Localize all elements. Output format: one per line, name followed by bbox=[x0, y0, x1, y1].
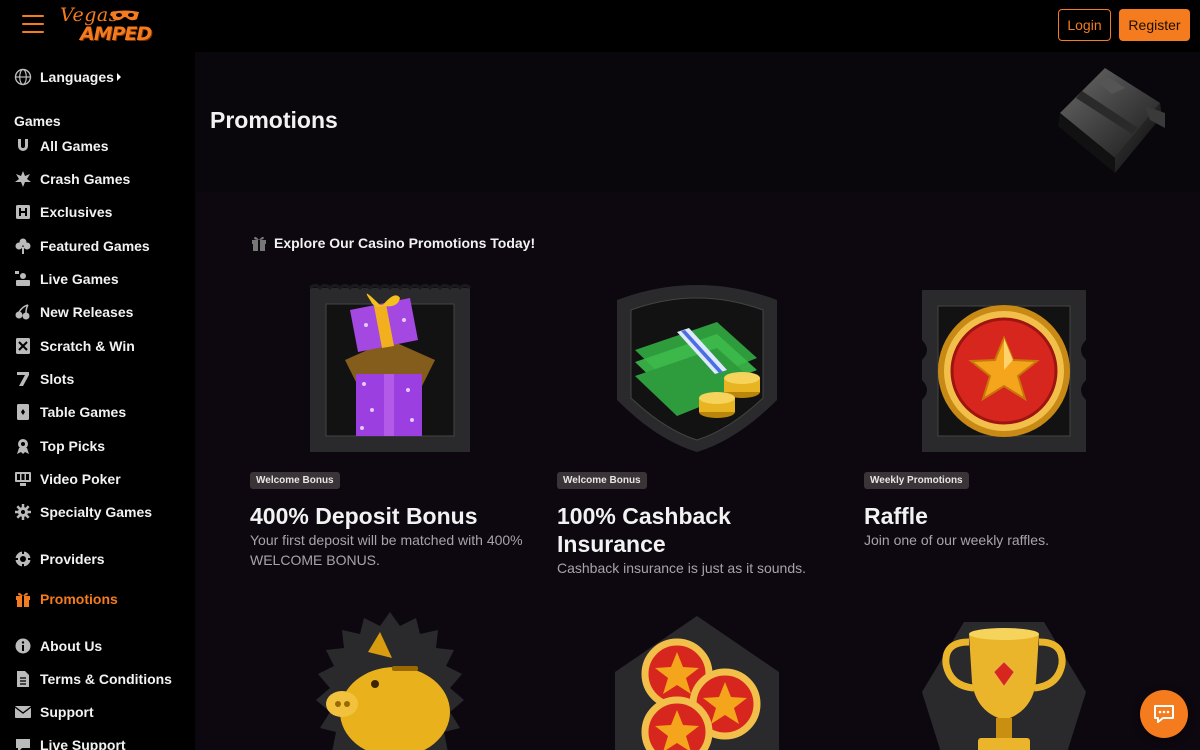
live-chat-button[interactable] bbox=[1140, 690, 1188, 738]
promo-description: Your first deposit will be matched with … bbox=[250, 532, 523, 568]
promo-title: 400% Deposit Bonus bbox=[250, 503, 478, 529]
promo-card-coins[interactable] bbox=[557, 612, 847, 750]
sidebar-item-crash-games[interactable]: Crash Games bbox=[13, 167, 130, 191]
sidebar-item-exclusives[interactable]: Exclusives bbox=[13, 200, 112, 224]
promo-card-deposit-bonus[interactable]: Welcome Bonus 400% Deposit Bonus Your fi… bbox=[250, 280, 540, 580]
sidebar-item-label: Live Games bbox=[40, 271, 119, 287]
info-icon bbox=[13, 636, 33, 656]
sidebar-item-label: Featured Games bbox=[40, 238, 150, 254]
sidebar-item-label: Providers bbox=[40, 551, 105, 567]
sidebar-item-label: Scratch & Win bbox=[40, 338, 135, 354]
main-content: Promotions Explore Our Casino Promotions… bbox=[195, 52, 1200, 750]
globe-icon bbox=[13, 67, 33, 87]
sidebar-item-terms[interactable]: Terms & Conditions bbox=[13, 667, 172, 691]
sidebar-item-label: Terms & Conditions bbox=[40, 671, 172, 687]
caret-right-icon bbox=[116, 73, 121, 81]
sidebar-item-label: Languages bbox=[40, 69, 114, 85]
sidebar-item-about-us[interactable]: About Us bbox=[13, 634, 102, 658]
sidebar-item-promotions[interactable]: Promotions bbox=[13, 587, 118, 611]
promo-description: Join one of our weekly raffles. bbox=[864, 532, 1049, 548]
document-icon bbox=[13, 669, 33, 689]
explosion-icon bbox=[13, 169, 33, 189]
cards-icon bbox=[13, 402, 33, 422]
section-heading: Explore Our Casino Promotions Today! bbox=[250, 234, 535, 252]
promo-card-trophy[interactable] bbox=[864, 612, 1154, 750]
video-poker-icon bbox=[13, 469, 33, 489]
sidebar-item-label: Specialty Games bbox=[40, 504, 153, 520]
sidebar-item-top-picks[interactable]: Top Picks bbox=[13, 434, 105, 458]
top-bar: Vegas AMPED Login Register bbox=[0, 0, 1200, 52]
seven-icon bbox=[13, 369, 33, 389]
promo-card-cashback[interactable]: Welcome Bonus 100% Cashback Insurance Ca… bbox=[557, 280, 847, 580]
sidebar-item-featured-games[interactable]: Featured Games bbox=[13, 234, 150, 258]
sidebar-item-label: Top Picks bbox=[40, 438, 106, 454]
cherries-icon bbox=[13, 302, 33, 322]
sidebar: Languages Games All Games Crash Games Ex… bbox=[0, 52, 195, 750]
register-button[interactable]: Register bbox=[1119, 9, 1190, 41]
sidebar-item-label: About Us bbox=[40, 638, 103, 654]
sidebar-item-live-support[interactable]: Live Support bbox=[13, 733, 126, 750]
sidebar-heading-games: Games bbox=[14, 113, 61, 129]
promo-title: Raffle bbox=[864, 503, 928, 529]
promo-badge: Welcome Bonus bbox=[557, 472, 647, 489]
sidebar-item-label: Crash Games bbox=[40, 171, 131, 187]
chat-bubble-icon bbox=[13, 735, 33, 750]
exclusive-icon bbox=[13, 202, 33, 222]
scratch-card-icon bbox=[13, 336, 33, 356]
promotions-section: Explore Our Casino Promotions Today! Wel… bbox=[230, 200, 1165, 750]
gear-icon bbox=[13, 502, 33, 522]
promo-badge: Weekly Promotions bbox=[864, 472, 969, 489]
live-dealer-icon bbox=[13, 269, 33, 289]
sidebar-item-slots[interactable]: Slots bbox=[13, 367, 74, 391]
sidebar-item-providers[interactable]: Providers bbox=[13, 547, 105, 571]
gift-box-icon bbox=[308, 284, 472, 452]
promo-badge: Welcome Bonus bbox=[250, 472, 340, 489]
sidebar-item-label: All Games bbox=[40, 138, 109, 154]
sidebar-item-label: Slots bbox=[40, 371, 75, 387]
sidebar-item-label: Video Poker bbox=[40, 471, 121, 487]
chip-icon bbox=[13, 549, 33, 569]
sidebar-item-table-games[interactable]: Table Games bbox=[13, 400, 126, 424]
sidebar-item-label: Exclusives bbox=[40, 204, 113, 220]
page-title: Promotions bbox=[210, 107, 338, 133]
sidebar-item-label: New Releases bbox=[40, 304, 134, 320]
star-coin-icon bbox=[922, 290, 1086, 452]
gift-icon bbox=[252, 236, 266, 251]
sidebar-item-video-poker[interactable]: Video Poker bbox=[13, 467, 121, 491]
trophy-icon bbox=[922, 622, 1086, 750]
piggy-bank-icon bbox=[316, 612, 464, 750]
site-logo[interactable]: Vegas AMPED bbox=[60, 4, 152, 46]
sidebar-item-scratch-win[interactable]: Scratch & Win bbox=[13, 334, 135, 358]
sidebar-item-all-games[interactable]: All Games bbox=[13, 134, 108, 158]
promo-description: Cashback insurance is just as it sounds. bbox=[557, 560, 807, 576]
logo-text-amped: AMPED bbox=[80, 23, 152, 45]
promo-title: 100% Cashback Insurance bbox=[557, 503, 731, 557]
medal-icon bbox=[13, 436, 33, 456]
login-button[interactable]: Login bbox=[1058, 9, 1111, 41]
sidebar-item-languages[interactable]: Languages bbox=[13, 65, 121, 89]
gift-icon bbox=[13, 589, 33, 609]
sidebar-item-new-releases[interactable]: New Releases bbox=[13, 300, 133, 324]
hero-banner: Promotions bbox=[195, 52, 1200, 192]
promo-card-raffle[interactable]: Weekly Promotions Raffle Join one of our… bbox=[864, 280, 1154, 580]
sidebar-item-label: Table Games bbox=[40, 404, 127, 420]
sidebar-item-specialty-games[interactable]: Specialty Games bbox=[13, 500, 152, 524]
chat-icon bbox=[1154, 705, 1174, 723]
sidebar-item-live-games[interactable]: Live Games bbox=[13, 267, 119, 291]
menu-icon[interactable] bbox=[22, 15, 44, 35]
sidebar-item-support[interactable]: Support bbox=[13, 700, 94, 724]
horseshoe-icon bbox=[13, 136, 33, 156]
clover-icon bbox=[13, 236, 33, 256]
star-coins-icon bbox=[615, 616, 779, 750]
money-stack-icon bbox=[617, 285, 777, 452]
promo-card-piggy-bank[interactable] bbox=[250, 612, 540, 750]
envelope-icon bbox=[13, 702, 33, 722]
gift-box-3d-icon bbox=[1058, 68, 1165, 173]
sidebar-item-label: Promotions bbox=[40, 591, 118, 607]
sidebar-item-label: Live Support bbox=[40, 737, 126, 750]
section-heading-text: Explore Our Casino Promotions Today! bbox=[274, 235, 536, 251]
sidebar-item-label: Support bbox=[40, 704, 94, 720]
logo-mask-icon bbox=[111, 10, 139, 21]
